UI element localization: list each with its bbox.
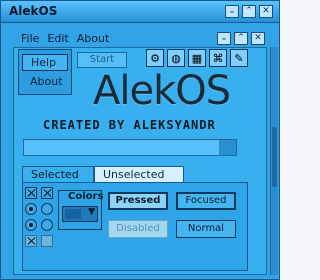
pressed-button[interactable]: Pressed [108, 192, 168, 210]
network-icon: ⌘ [212, 51, 224, 65]
tools-icon: ✎ [234, 51, 244, 65]
settings-icon: ⚙ [150, 51, 160, 65]
mdi-minimize-button[interactable]: ⌄ [217, 32, 231, 45]
title-bar[interactable]: AlekOS ⌄ ⌃ ✕ [1, 1, 279, 23]
radio-unselected[interactable] [41, 203, 53, 215]
radio-unselected-alt[interactable] [41, 219, 53, 231]
start-button[interactable]: Start [77, 52, 127, 68]
maximize-button[interactable]: ⌃ [242, 5, 256, 18]
radio-selected[interactable] [25, 203, 37, 215]
progress-bar [23, 139, 237, 156]
window-title: AlekOS [9, 4, 58, 18]
menu-edit[interactable]: Edit [47, 32, 68, 48]
app-window: AlekOS ⌄ ⌃ ✕ File Edit About ⌄ ⌃ ✕ Help … [0, 0, 280, 280]
color-swatch [65, 209, 81, 219]
color-combo[interactable]: ▼ [62, 206, 98, 222]
radio-selected-alt[interactable] [25, 219, 37, 231]
mdi-close-button[interactable]: ✕ [251, 32, 265, 45]
tab-label: Unselected [103, 168, 165, 181]
credit-text: CREATED BY ALEKSYANDR [43, 118, 216, 132]
menu-about[interactable]: About [77, 32, 110, 48]
normal-button[interactable]: Normal [176, 220, 236, 238]
popup-item-label: Help [31, 56, 57, 69]
popup-item-help[interactable]: Help [22, 54, 68, 71]
checkbox-checked-alt[interactable] [41, 187, 53, 199]
close-button[interactable]: ✕ [259, 5, 273, 18]
chevron-down-icon: ▼ [88, 207, 95, 217]
tab-selected[interactable]: Selected [22, 166, 94, 183]
mdi-restore-button[interactable]: ⌃ [234, 32, 248, 45]
minimize-button[interactable]: ⌄ [225, 5, 239, 18]
restore-icon: ⌃ [237, 33, 245, 43]
maximize-icon: ⌃ [245, 6, 253, 16]
popup-item-about[interactable]: About [22, 74, 68, 91]
tools-button[interactable]: ✎ [230, 49, 248, 67]
disabled-button: Disabled [108, 220, 168, 238]
logo-text: AlekOS [93, 68, 231, 114]
minimize-icon: ⌄ [220, 33, 228, 43]
pictures-button[interactable]: ▦ [188, 49, 206, 67]
minimize-icon: ⌄ [228, 6, 236, 16]
checkbox-disabled-empty [41, 235, 53, 247]
globe-button[interactable]: ◍ [167, 49, 185, 67]
focused-button[interactable]: Focused [176, 192, 236, 210]
tab-label: Selected [31, 168, 79, 181]
close-icon: ✕ [254, 33, 262, 43]
colors-label: Colors [68, 191, 104, 202]
pictures-icon: ▦ [191, 51, 203, 65]
close-icon: ✕ [262, 6, 270, 16]
vertical-scrollbar[interactable] [270, 47, 278, 275]
menu-file[interactable]: File [21, 32, 39, 48]
progress-fill [24, 140, 220, 155]
scrollbar-thumb[interactable] [272, 127, 277, 187]
menu-bar: File Edit About [21, 32, 109, 48]
globe-icon: ◍ [171, 51, 181, 65]
network-button[interactable]: ⌘ [209, 49, 227, 67]
popup-item-label: About [30, 75, 63, 88]
checkbox-checked[interactable] [25, 187, 37, 199]
popup-menu: Help About [18, 49, 72, 95]
checkbox-disabled [25, 235, 37, 247]
settings-button[interactable]: ⚙ [146, 49, 164, 67]
tab-unselected[interactable]: Unselected [94, 166, 184, 183]
